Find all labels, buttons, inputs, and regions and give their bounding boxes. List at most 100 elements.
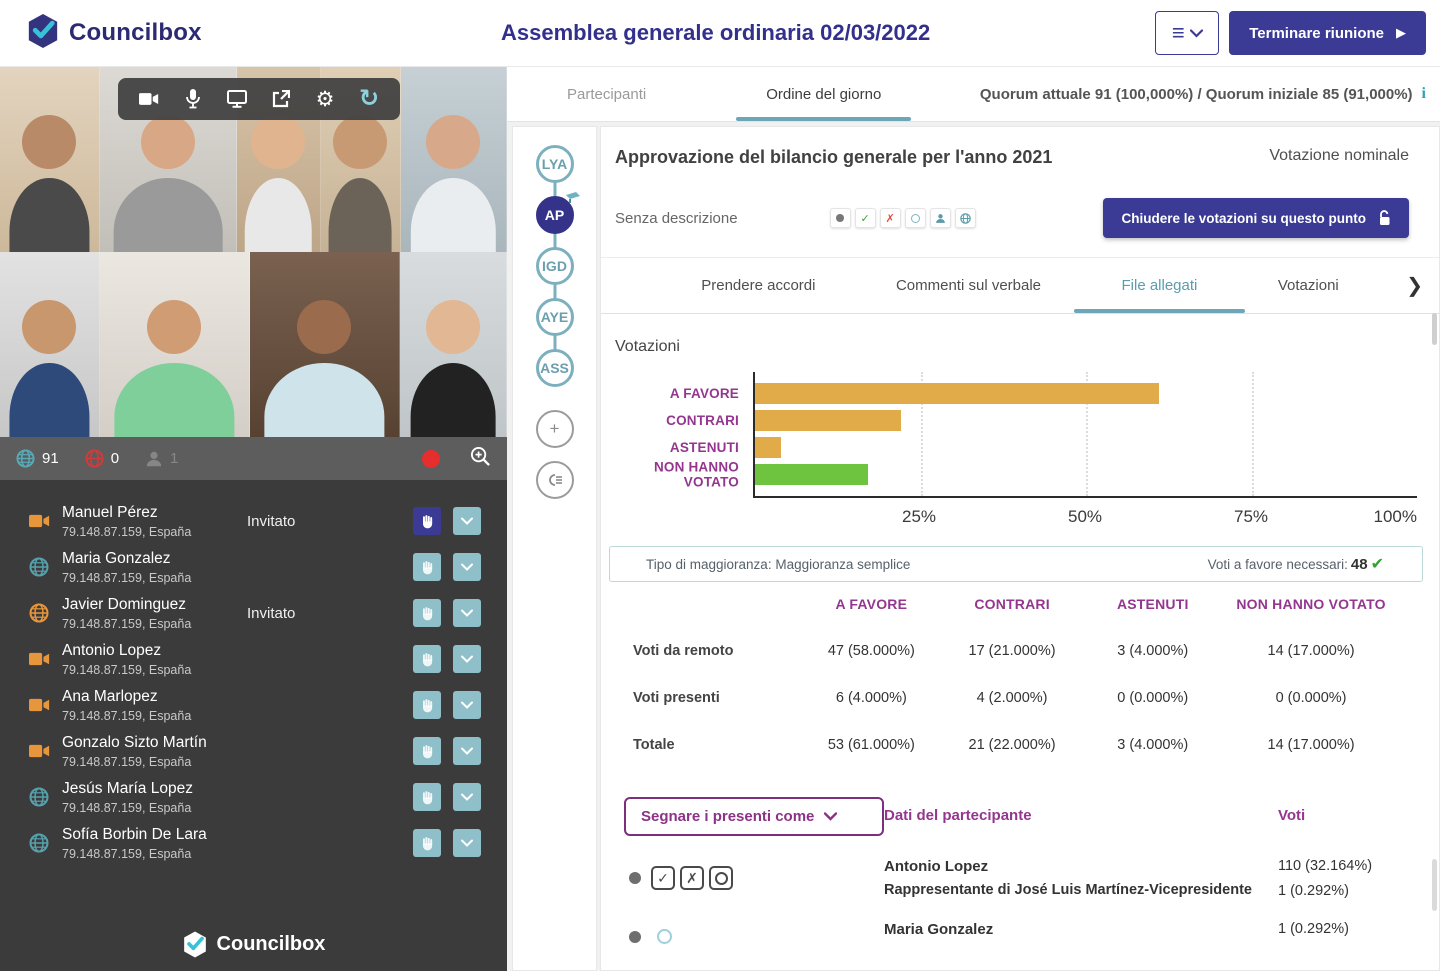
tab-ordine-del-giorno[interactable]: Ordine del giorno: [754, 67, 893, 121]
participant-list: Manuel Pérez79.148.87.159, España Invita…: [0, 480, 507, 971]
votes-needed-label: Voti a favore necessari:: [1208, 557, 1348, 572]
online-count: 91: [16, 449, 59, 468]
subtab-commenti-sul-verbale[interactable]: Commenti sul verbale: [896, 258, 1041, 313]
agenda-step-ap-active[interactable]: AP: [536, 196, 574, 234]
camera-icon: [16, 698, 62, 712]
settings-gear-icon[interactable]: ⚙: [312, 86, 338, 112]
participant-ip: 79.148.87.159, España: [62, 617, 247, 631]
globe-icon[interactable]: [955, 208, 976, 228]
row-label: Voti da remoto: [633, 643, 801, 659]
participant-menu-button[interactable]: [453, 507, 481, 535]
voter-name: Maria Gonzalez: [884, 921, 1278, 938]
menu-button[interactable]: ≡: [1155, 11, 1219, 55]
agenda-list-button[interactable]: [536, 461, 574, 499]
raise-hand-button[interactable]: [413, 645, 441, 673]
agenda-step-igd[interactable]: IGD: [536, 247, 574, 285]
bar-astenuti: [755, 437, 781, 458]
online-count-value: 91: [42, 450, 59, 467]
participant-name: Javier Dominguez: [62, 596, 247, 614]
raise-hand-button[interactable]: [413, 691, 441, 719]
participant-menu-button[interactable]: [453, 599, 481, 627]
open-external-icon[interactable]: [268, 86, 294, 112]
row-label: Totale: [633, 737, 801, 753]
step-label: IGD: [542, 258, 567, 274]
bar-contrari: [755, 410, 901, 431]
agenda-step-aye[interactable]: AYE: [536, 298, 574, 336]
participant-ip: 79.148.87.159, España: [62, 709, 247, 723]
header-actions: ≡ Terminare riunione ▶: [1155, 11, 1426, 55]
raise-hand-button[interactable]: [413, 737, 441, 765]
scrollbar-thumb[interactable]: [1432, 859, 1437, 911]
app-header: Councilbox Assemblea generale ordinaria …: [0, 0, 1440, 67]
subtab-prendere-accordi[interactable]: Prendere accordi: [701, 258, 815, 313]
globe-icon: [16, 557, 62, 577]
approve-check-icon[interactable]: ✓: [855, 208, 876, 228]
mark-present-as-button[interactable]: Segnare i presenti come: [624, 797, 884, 836]
participant-row: Javier Dominguez79.148.87.159, España In…: [0, 590, 507, 636]
participant-name: Sofía Borbin De Lara: [62, 826, 247, 844]
cell: 3 (4.000%): [1082, 643, 1223, 659]
col-non-hanno-votato: NON HANNO VOTATO: [1223, 596, 1399, 612]
votes-needed-value: 48: [1351, 556, 1368, 573]
screen-share-icon[interactable]: [224, 86, 250, 112]
more-tabs-chevron[interactable]: ❯: [1406, 273, 1423, 298]
zoom-in-icon[interactable]: [470, 446, 491, 472]
hamburger-icon: ≡: [1172, 22, 1185, 44]
check-icon: ✔: [1371, 554, 1384, 574]
abstain-circle-icon[interactable]: [905, 208, 926, 228]
participant-menu-button[interactable]: [453, 691, 481, 719]
raise-hand-button[interactable]: [413, 507, 441, 535]
raise-hand-button[interactable]: [413, 783, 441, 811]
video-tile: [100, 252, 250, 437]
add-agenda-point-button[interactable]: +: [536, 410, 574, 448]
x-axis-ticks: 25% 50% 75% 100%: [753, 498, 1417, 534]
step-label: AYE: [541, 309, 569, 325]
camera-icon: [16, 744, 62, 758]
play-icon: ▶: [1396, 25, 1406, 41]
participant-menu-button[interactable]: [453, 553, 481, 581]
tick-25: 25%: [902, 507, 936, 527]
pending-dot-icon[interactable]: [830, 208, 851, 228]
raise-hand-button[interactable]: [413, 599, 441, 627]
end-meeting-label: Terminare riunione: [1249, 25, 1384, 42]
camera-toggle-icon[interactable]: [136, 86, 162, 112]
participant-menu-button[interactable]: [453, 645, 481, 673]
vote-no-checkbox[interactable]: ✗: [680, 866, 704, 890]
step-label: ASS: [540, 360, 569, 376]
end-meeting-button[interactable]: Terminare riunione ▶: [1229, 11, 1426, 55]
person-icon[interactable]: [930, 208, 951, 228]
globe-offline-icon: [85, 449, 104, 468]
step-label: AP: [545, 207, 564, 223]
record-indicator[interactable]: [422, 450, 440, 468]
microphone-icon[interactable]: [180, 86, 206, 112]
vote-yes-checkbox[interactable]: ✓: [651, 866, 675, 890]
participant-row: Antonio Lopez79.148.87.159, España: [0, 636, 507, 682]
brand: Councilbox: [26, 12, 276, 55]
agenda-step-lya[interactable]: LYA: [536, 145, 574, 183]
tab-partecipanti[interactable]: Partecipanti: [555, 67, 658, 121]
camera-icon: [16, 652, 62, 666]
agenda-step-ass[interactable]: ASS: [536, 349, 574, 387]
councilbox-logo-icon: [26, 12, 60, 55]
flag-icon: [565, 191, 581, 207]
votes-column: Voti: [1278, 797, 1439, 824]
subtab-votazioni[interactable]: Votazioni: [1278, 258, 1339, 313]
participant-menu-button[interactable]: [453, 737, 481, 765]
other-count: 1: [145, 450, 178, 468]
scrollbar-thumb[interactable]: [1432, 313, 1437, 345]
info-icon[interactable]: i: [1422, 85, 1426, 103]
subtab-file-allegati[interactable]: File allegati: [1122, 258, 1198, 313]
close-voting-button[interactable]: Chiudere le votazioni su questo punto: [1103, 198, 1409, 238]
bar-label: A FAVORE: [615, 386, 739, 402]
refresh-icon[interactable]: ↻: [356, 86, 382, 112]
vote-status-icons: ✓ ✗: [830, 208, 976, 228]
reject-x-icon[interactable]: ✗: [880, 208, 901, 228]
participant-row: Manuel Pérez79.148.87.159, España Invita…: [0, 498, 507, 544]
participant-name: Gonzalo Sizto Martín: [62, 734, 247, 752]
participant-menu-button[interactable]: [453, 829, 481, 857]
raise-hand-button[interactable]: [413, 553, 441, 581]
raise-hand-button[interactable]: [413, 829, 441, 857]
participant-menu-button[interactable]: [453, 783, 481, 811]
offline-count: 0: [85, 449, 119, 468]
vote-abstain-checkbox[interactable]: [709, 866, 733, 890]
